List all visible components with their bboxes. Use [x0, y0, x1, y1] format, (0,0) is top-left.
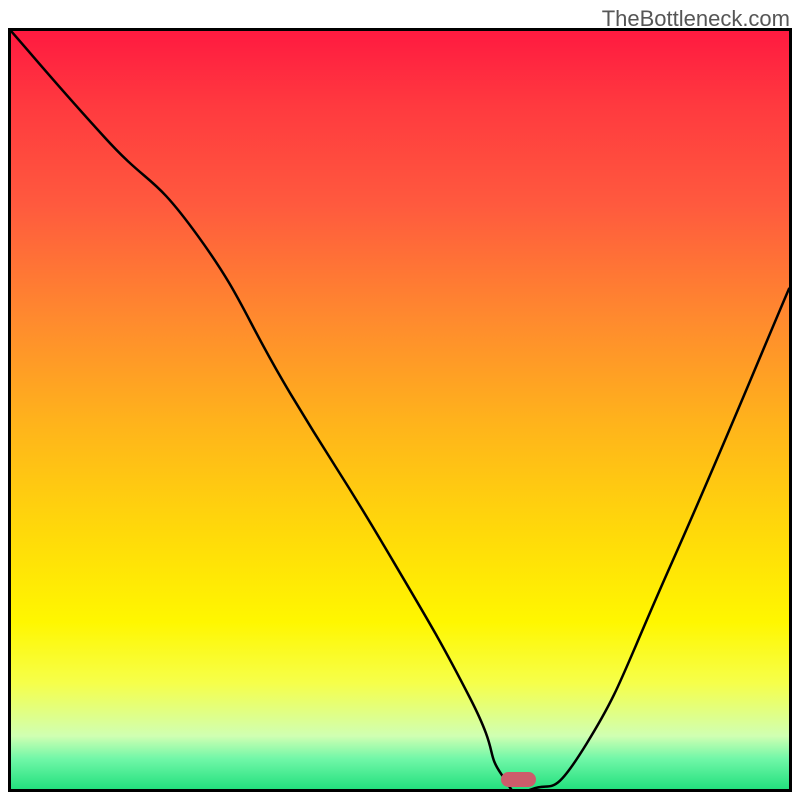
plot-frame: [8, 28, 792, 792]
chart-container: TheBottleneck.com: [0, 0, 800, 800]
optimal-marker: [501, 772, 536, 787]
gradient-background: [11, 31, 789, 789]
watermark-text: TheBottleneck.com: [602, 6, 790, 32]
